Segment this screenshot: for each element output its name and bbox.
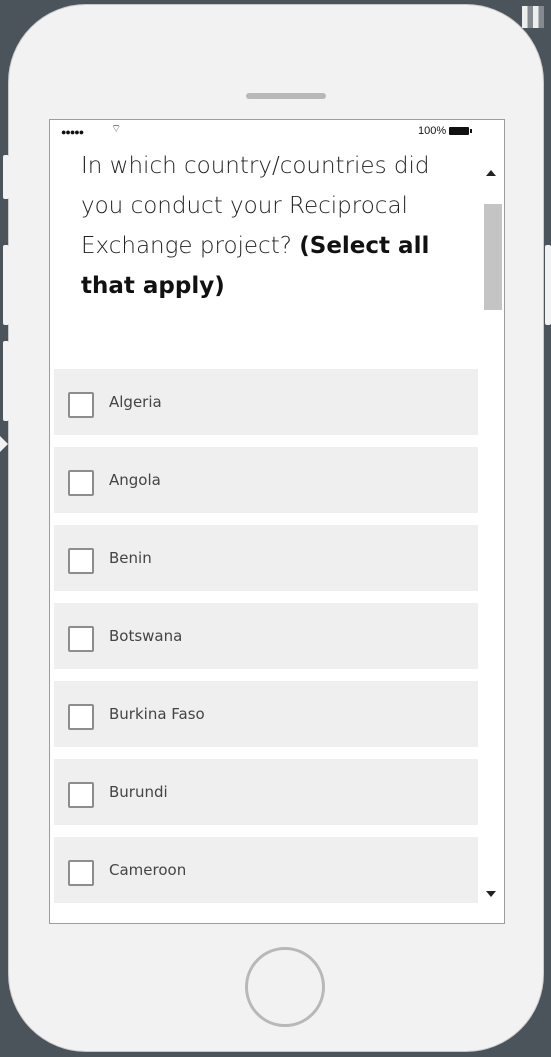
option-benin[interactable]: Benin	[54, 525, 478, 591]
scroll-down-arrow-icon[interactable]	[486, 891, 496, 897]
phone-speaker	[246, 93, 326, 99]
checkbox[interactable]	[68, 860, 94, 886]
option-label: Burkina Faso	[109, 705, 205, 723]
question-text: In which country/countries did you condu…	[81, 146, 461, 306]
home-button[interactable]	[245, 947, 325, 1027]
checkbox[interactable]	[68, 548, 94, 574]
scroll-thumb[interactable]	[484, 204, 502, 310]
status-bar: ●●●●● ⌔ 100%	[50, 120, 504, 146]
option-label: Angola	[109, 471, 161, 489]
option-label: Benin	[109, 549, 152, 567]
qr-code-icon	[522, 6, 544, 28]
signal-strength-icon: ●●●●●	[61, 127, 84, 137]
option-label: Cameroon	[109, 861, 187, 879]
phone-side-button	[3, 341, 9, 421]
checkbox[interactable]	[68, 704, 94, 730]
left-arrow-icon	[0, 436, 8, 452]
battery-percent: 100%	[418, 125, 447, 137]
wifi-icon: ⌔	[111, 123, 122, 135]
phone-side-button	[3, 245, 9, 325]
option-botswana[interactable]: Botswana	[54, 603, 478, 669]
scrollbar[interactable]	[480, 146, 504, 923]
checkbox[interactable]	[68, 782, 94, 808]
phone-side-button	[545, 245, 551, 325]
option-label: Algeria	[109, 393, 162, 411]
option-label: Burundi	[109, 783, 168, 801]
option-label: Botswana	[109, 627, 183, 645]
option-cameroon[interactable]: Cameroon	[54, 837, 478, 903]
scroll-up-arrow-icon[interactable]	[486, 170, 496, 176]
option-algeria[interactable]: Algeria	[54, 369, 478, 435]
option-burkina-faso[interactable]: Burkina Faso	[54, 681, 478, 747]
checkbox[interactable]	[68, 392, 94, 418]
option-angola[interactable]: Angola	[54, 447, 478, 513]
checkbox[interactable]	[68, 470, 94, 496]
checkbox[interactable]	[68, 626, 94, 652]
phone-side-button	[3, 155, 9, 199]
battery-icon	[449, 127, 472, 135]
option-burundi[interactable]: Burundi	[54, 759, 478, 825]
survey-content: In which country/countries did you condu…	[50, 146, 480, 923]
phone-screen: ●●●●● ⌔ 100% In which country/countries …	[49, 119, 505, 924]
